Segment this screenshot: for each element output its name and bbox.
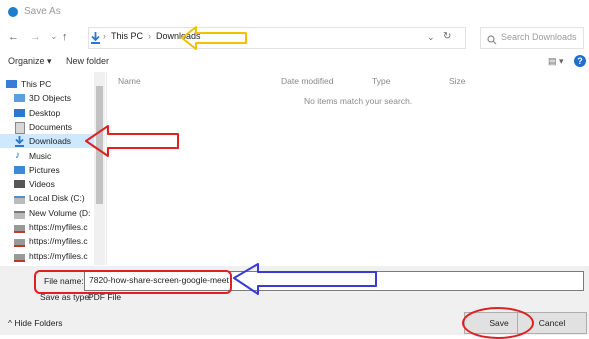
- annotation-arrows: [85, 26, 377, 295]
- annotation-yellow-arrow: [181, 26, 247, 50]
- annotation-red-arrow: [85, 125, 179, 157]
- annotation-blue-arrow: [233, 263, 377, 295]
